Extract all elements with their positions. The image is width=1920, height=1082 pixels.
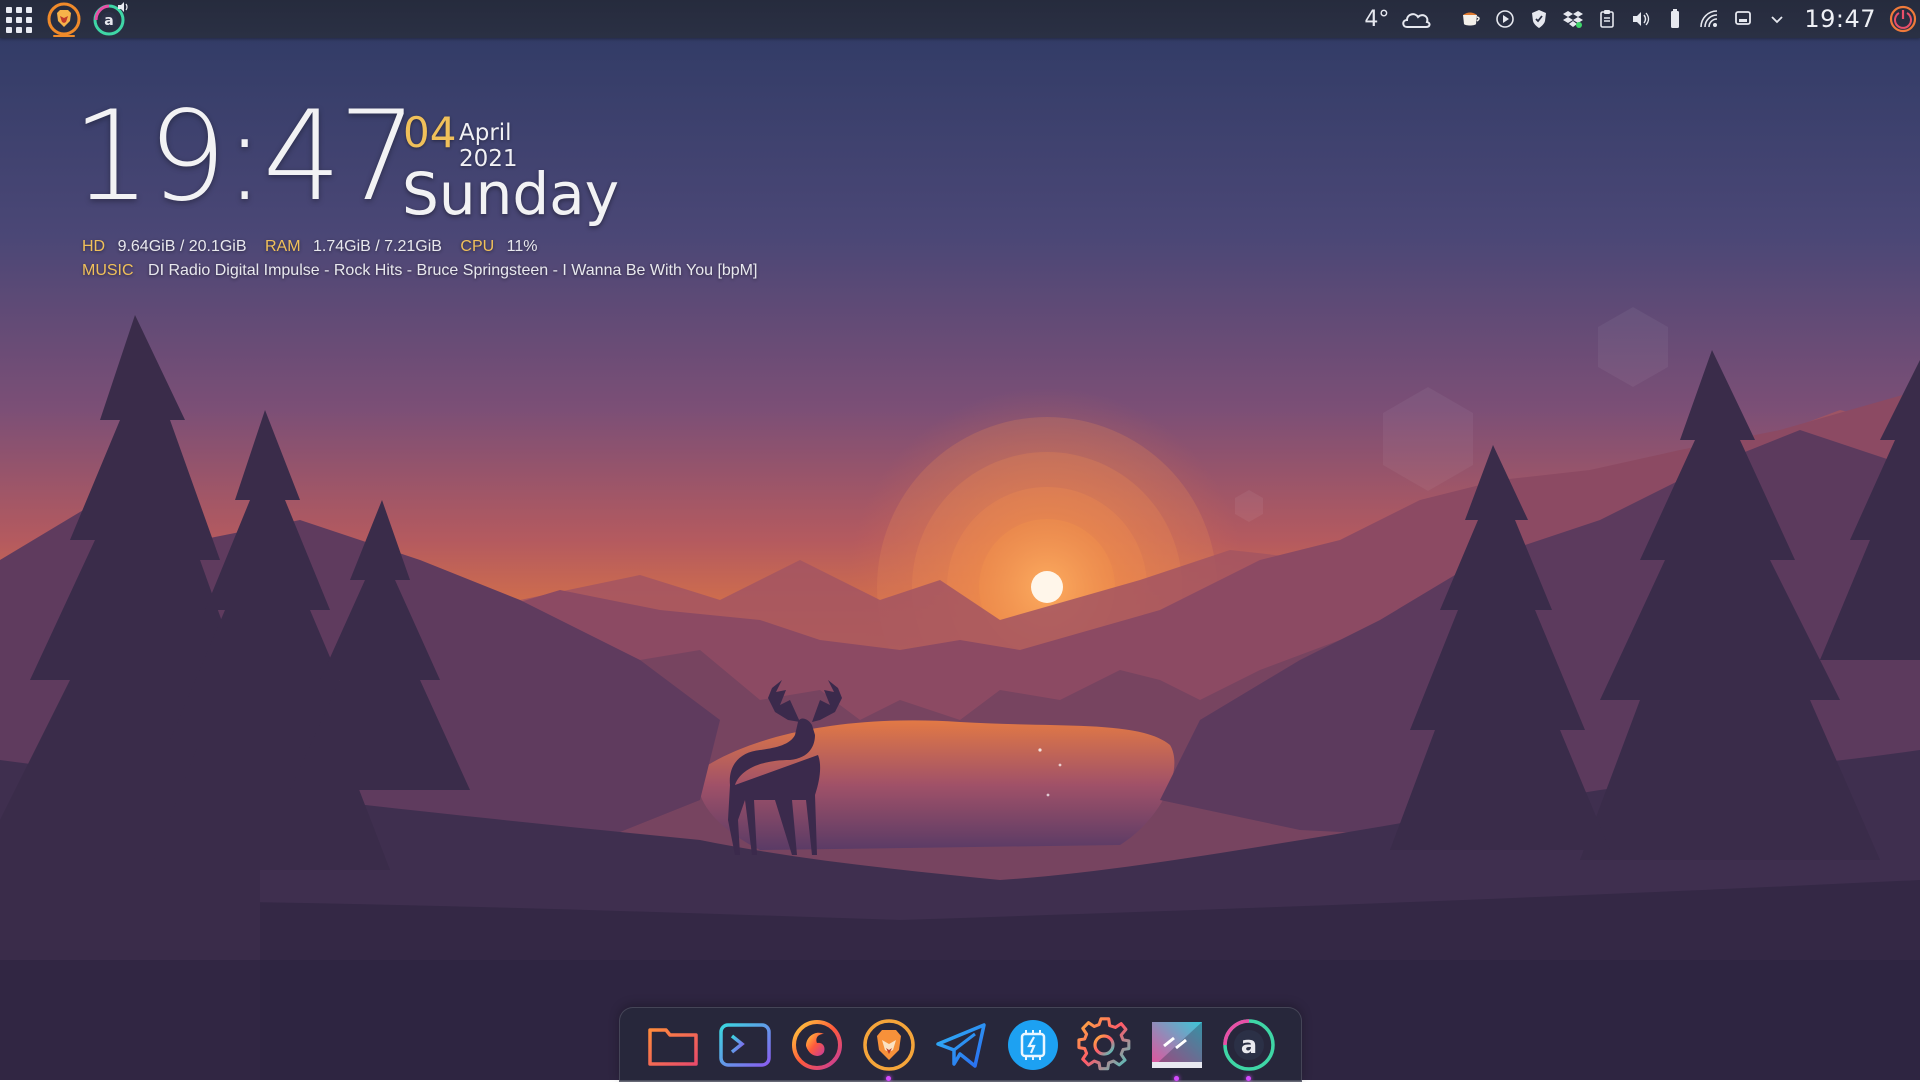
dock-item-audacious[interactable]: a	[1219, 1015, 1279, 1081]
dock-item-brave[interactable]	[859, 1015, 919, 1081]
speaker-icon	[118, 2, 128, 12]
active-indicator	[53, 35, 75, 37]
hd-value: 9.64GiB / 20.1GiB	[117, 238, 247, 255]
terminal-icon	[718, 1022, 771, 1067]
power-icon	[1889, 5, 1917, 33]
dock-item-settings[interactable]	[1075, 1015, 1135, 1075]
battery-icon[interactable]	[1663, 7, 1687, 31]
dock-item-kde-connect[interactable]	[1147, 1015, 1207, 1081]
desktop-clock: 19:47	[72, 85, 417, 229]
svg-text:a: a	[104, 13, 113, 29]
date-day: 04	[403, 108, 457, 157]
brave-lion-icon	[862, 1018, 915, 1071]
chevron-down-icon[interactable]	[1765, 7, 1789, 31]
cloud-icon[interactable]	[1400, 7, 1432, 31]
firefox-icon	[791, 1019, 842, 1070]
cpu-value: 11%	[506, 238, 538, 255]
music-row: MUSIC DI Radio Digital Impulse - Rock Hi…	[82, 262, 757, 286]
settings-gear-icon	[1076, 1016, 1130, 1070]
system-monitor-icon	[1007, 1019, 1058, 1070]
clipboard-icon[interactable]	[1595, 7, 1619, 31]
volume-icon[interactable]	[1629, 7, 1653, 31]
brave-lion-icon	[47, 2, 81, 36]
display-icon[interactable]	[1731, 7, 1755, 31]
system-stats-row: HD 9.64GiB / 20.1GiB RAM 1.74GiB / 7.21G…	[82, 238, 757, 262]
cpu-label: CPU	[460, 238, 495, 255]
system-info-widget: HD 9.64GiB / 20.1GiB RAM 1.74GiB / 7.21G…	[82, 238, 757, 286]
system-tray: 4° 19:47	[1364, 0, 1920, 38]
date-weekday: Sunday	[402, 160, 620, 228]
telegram-icon	[935, 1022, 986, 1068]
svg-text:a: a	[1240, 1031, 1256, 1059]
top-panel: a 4° 19:47	[0, 0, 1920, 38]
coffee-cup-icon[interactable]	[1459, 7, 1483, 31]
dock-item-terminal[interactable]	[715, 1015, 775, 1075]
weather-temperature[interactable]: 4°	[1364, 7, 1389, 32]
ram-value: 1.74GiB / 7.21GiB	[313, 238, 442, 255]
app-launcher-button[interactable]	[4, 5, 34, 35]
ram-label: RAM	[264, 238, 301, 255]
power-button[interactable]	[1888, 4, 1918, 34]
dock-item-telegram[interactable]	[931, 1015, 991, 1075]
folder-icon	[647, 1027, 698, 1066]
media-play-icon[interactable]	[1493, 7, 1517, 31]
dropbox-icon[interactable]	[1561, 7, 1585, 31]
dock-item-files[interactable]	[643, 1015, 703, 1075]
taskbar-audacious[interactable]: a	[92, 2, 128, 36]
kde-connect-icon	[1151, 1021, 1202, 1068]
audacious-icon: a	[1222, 1018, 1275, 1071]
panel-clock[interactable]: 19:47	[1804, 5, 1876, 33]
wifi-icon[interactable]	[1697, 7, 1721, 31]
now-playing: DI Radio Digital Impulse - Rock Hits - B…	[148, 262, 758, 279]
dock: a	[619, 1007, 1302, 1082]
shield-icon[interactable]	[1527, 7, 1551, 31]
app-grid-icon	[6, 7, 32, 33]
music-label: MUSIC	[82, 262, 134, 279]
taskbar-brave[interactable]	[47, 2, 81, 37]
dock-item-firefox[interactable]	[787, 1015, 847, 1075]
dock-item-system-monitor[interactable]	[1003, 1015, 1063, 1075]
hd-label: HD	[82, 238, 106, 255]
